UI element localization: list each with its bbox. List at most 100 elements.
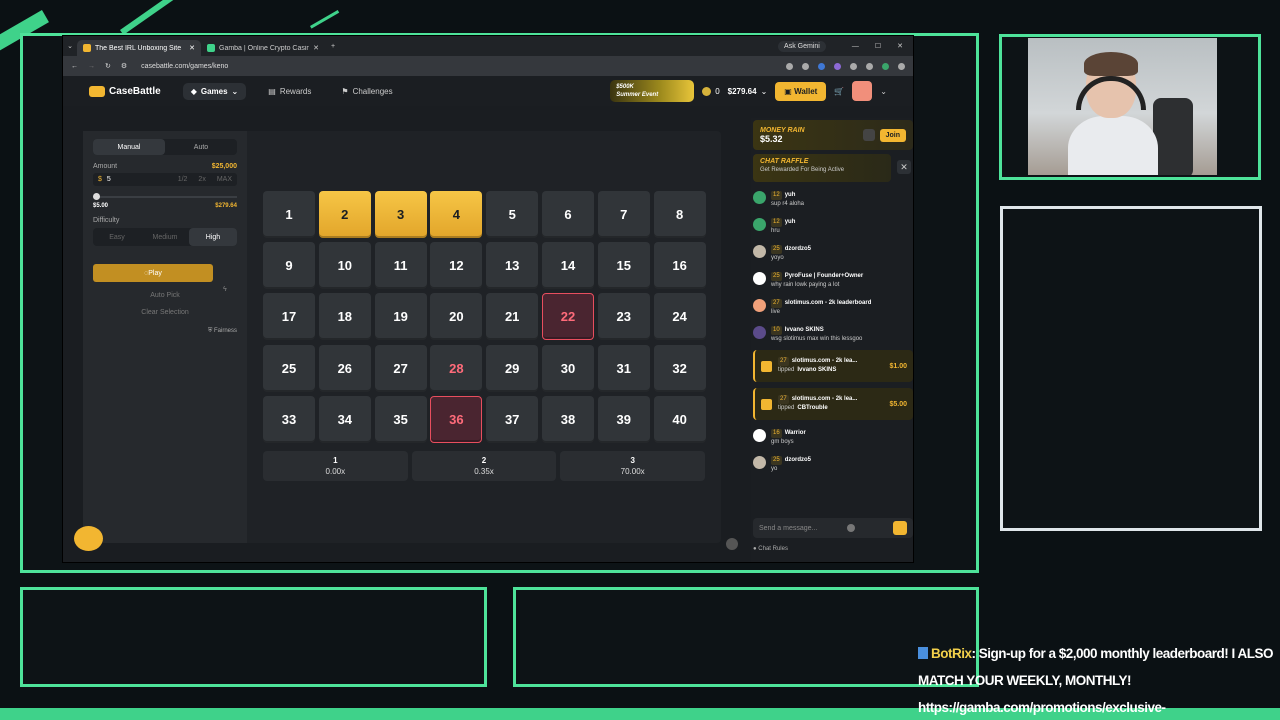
wallet-button[interactable]: ▣ Wallet [775,81,827,101]
back-icon[interactable]: ← [71,63,78,70]
extension-icon[interactable] [786,62,793,70]
chat-avatar[interactable] [753,429,766,442]
close-tab-icon[interactable]: ✕ [189,44,195,52]
help-icon[interactable] [726,538,738,550]
keno-tile[interactable]: 33 [263,395,315,443]
extension-icon[interactable] [834,62,841,70]
keno-tile[interactable]: 2 [318,191,371,238]
keno-tile[interactable]: 32 [653,344,706,392]
keno-tile[interactable]: 22 [541,293,594,341]
lightning-icon[interactable]: ϟ [223,286,227,293]
chat-username[interactable]: slotimus.com - 2k lea... [792,358,858,364]
keno-tile[interactable]: 31 [597,344,650,392]
fairness-link[interactable]: ⛨ Fairness [93,328,237,335]
chat-avatar[interactable] [753,326,766,339]
coin-balance[interactable]: 0 [702,86,720,96]
menu-icon[interactable] [898,62,905,70]
close-tab-icon[interactable]: ✕ [313,44,319,52]
keno-tile[interactable]: 25 [263,344,315,392]
keno-tile[interactable]: 37 [486,395,539,443]
keno-tile[interactable]: 18 [318,293,371,341]
browser-tab-1[interactable]: The Best IRL Unboxing Site ✕ [77,40,201,56]
keno-tile[interactable]: 27 [374,344,427,392]
bet-amount-input[interactable]: $ 5 1/2 2x MAX [93,173,237,186]
chat-username[interactable]: Warrior [785,430,806,436]
new-tab-button[interactable]: + [325,43,335,50]
bet-slider[interactable] [93,193,237,200]
chat-username[interactable]: dzordzo5 [785,246,811,252]
forward-icon[interactable]: → [88,63,95,70]
play-button[interactable]: ◌ Play [93,264,213,282]
tip-recipient[interactable]: Ivvano SKINS [797,367,836,373]
difficulty-medium[interactable]: Medium [141,228,189,246]
keno-tile[interactable]: 38 [541,395,594,443]
chat-username[interactable]: slotimus.com - 2k leaderboard [785,300,872,306]
cart-icon[interactable]: 🛒 [834,87,844,96]
site-logo[interactable]: CaseBattle [89,85,161,97]
keno-tile[interactable]: 19 [374,293,427,341]
clear-selection-button[interactable]: Clear Selection [93,309,237,316]
chat-username[interactable]: PyroFuse | Founder+Owner [785,273,864,279]
keno-tile[interactable]: 5 [486,191,539,238]
chat-avatar[interactable] [753,299,766,312]
max-button[interactable]: MAX [217,176,232,183]
keno-tile[interactable]: 35 [374,395,427,443]
send-button[interactable] [893,521,907,535]
chat-rules-link[interactable]: ● Chat Rules [753,546,788,552]
keno-tile[interactable]: 26 [318,344,371,392]
difficulty-easy[interactable]: Easy [93,228,141,246]
keno-tile[interactable]: 21 [486,293,539,341]
chat-username[interactable]: dzordzo5 [785,457,811,463]
chat-avatar[interactable] [753,218,766,231]
sidebar-icon[interactable] [866,62,873,70]
keno-tile[interactable]: 9 [263,242,315,290]
tip-recipient[interactable]: CBTrouble [797,405,827,411]
reload-icon[interactable]: ↻ [105,62,111,70]
minimize-icon[interactable]: — [852,43,859,50]
chat-avatar[interactable] [753,191,766,204]
slider-handle[interactable] [93,193,100,200]
profile-icon[interactable] [882,62,889,70]
summer-event-banner[interactable]: $500K Summer Event [610,80,695,102]
maximize-icon[interactable]: ☐ [875,42,881,50]
keno-tile[interactable]: 11 [374,242,427,290]
keno-tile[interactable]: 20 [430,293,483,341]
keno-tile[interactable]: 6 [541,191,594,238]
extension-icon[interactable] [850,62,857,70]
auto-pick-button[interactable]: Auto Pick [93,292,237,299]
tab-auto[interactable]: Auto [165,139,237,155]
chat-input[interactable]: Send a message... [753,518,913,538]
tab-manual[interactable]: Manual [93,139,165,155]
keno-tile[interactable]: 3 [374,191,427,238]
nav-games[interactable]: ◆ Games ⌄ [182,82,247,100]
keno-tile[interactable]: 13 [486,242,539,290]
tab-search-icon[interactable]: ⌄ [63,42,77,50]
keno-tile[interactable]: 17 [263,293,315,341]
keno-tile[interactable]: 23 [597,293,650,341]
keno-tile[interactable]: 24 [653,293,706,341]
keno-tile[interactable]: 39 [597,395,650,443]
keno-tile[interactable]: 8 [653,191,706,238]
chat-avatar[interactable] [753,245,766,258]
keno-tile[interactable]: 30 [541,344,594,392]
site-info-icon[interactable]: ⚙ [121,62,127,70]
extension-icon[interactable] [818,62,825,70]
browser-tab-2[interactable]: Gamba | Online Crypto Casino ✕ [201,40,325,56]
keno-tile[interactable]: 14 [541,242,594,290]
close-window-icon[interactable]: ✕ [897,42,903,50]
chat-username[interactable]: Ivvano SKINS [785,327,824,333]
chat-username[interactable]: slotimus.com - 2k lea... [792,396,858,402]
keno-tile[interactable]: 12 [430,242,483,290]
ask-gemini-button[interactable]: Ask Gemini [778,40,826,52]
half-button[interactable]: 1/2 [178,176,188,183]
keno-tile[interactable]: 10 [318,242,371,290]
emoji-icon[interactable] [847,524,856,532]
close-raffle-button[interactable]: ✕ [897,160,911,174]
keno-tile[interactable]: 28 [430,344,483,392]
join-rain-button[interactable]: Join [879,128,906,142]
user-avatar[interactable] [852,81,873,101]
chat-avatar[interactable] [753,272,766,285]
keno-tile[interactable]: 29 [486,344,539,392]
keno-tile[interactable]: 4 [430,191,483,238]
difficulty-high[interactable]: High [189,228,237,246]
